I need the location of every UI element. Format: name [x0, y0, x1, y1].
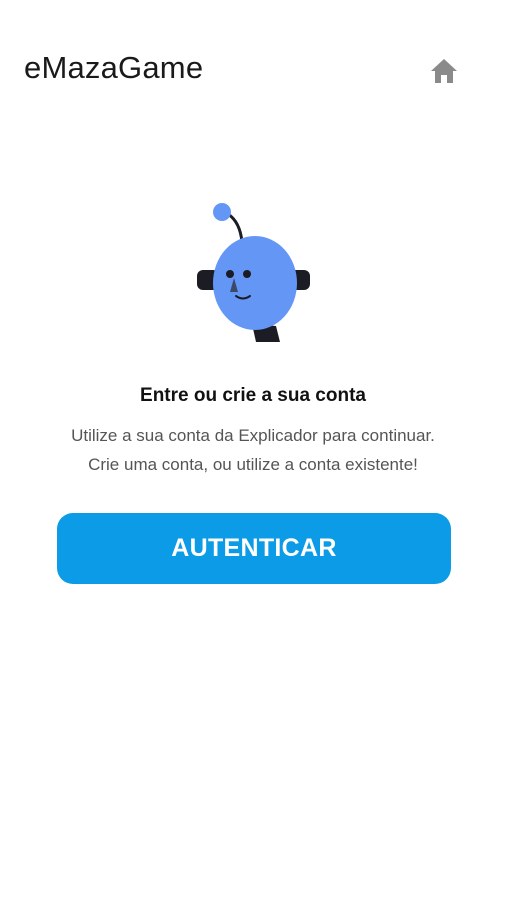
login-heading: Entre ou crie a sua conta: [140, 385, 366, 406]
authenticate-button[interactable]: AUTENTICAR: [57, 513, 451, 584]
login-description-line2: Crie uma conta, ou utilize a conta exist…: [88, 455, 418, 474]
robot-mascot-illustration: [197, 203, 310, 342]
app-header: eMazaGame: [0, 0, 506, 130]
home-button[interactable]: [428, 55, 460, 87]
login-description-line1: Utilize a sua conta da Explicador para c…: [71, 426, 435, 445]
app-title: eMazaGame: [24, 50, 204, 85]
home-icon: [431, 59, 457, 83]
